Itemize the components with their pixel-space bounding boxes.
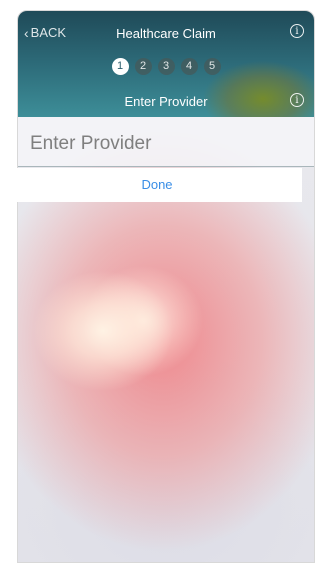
section-title: Enter Provider xyxy=(124,94,208,109)
step-2: 2 xyxy=(134,58,152,75)
app-screen: ‹ BACK Healthcare Claim i 1 2 3 4 5 Ente… xyxy=(17,10,315,563)
step-3: 3 xyxy=(157,58,175,75)
step-5: 5 xyxy=(203,58,221,75)
info-icon: i xyxy=(290,93,304,107)
header-bar: ‹ BACK Healthcare Claim i 1 2 3 4 5 Ente… xyxy=(18,11,314,117)
info-icon: i xyxy=(290,24,304,38)
provider-input-bar xyxy=(18,117,314,167)
page-title: Healthcare Claim xyxy=(116,26,216,41)
info-button-section[interactable]: i xyxy=(290,93,304,107)
info-button-top[interactable]: i xyxy=(290,24,304,38)
step-4: 4 xyxy=(180,58,198,75)
provider-input[interactable] xyxy=(28,132,312,156)
step-1: 1 xyxy=(111,58,129,75)
done-button[interactable]: Done xyxy=(12,168,302,202)
step-indicator: 1 2 3 4 5 xyxy=(18,58,314,75)
